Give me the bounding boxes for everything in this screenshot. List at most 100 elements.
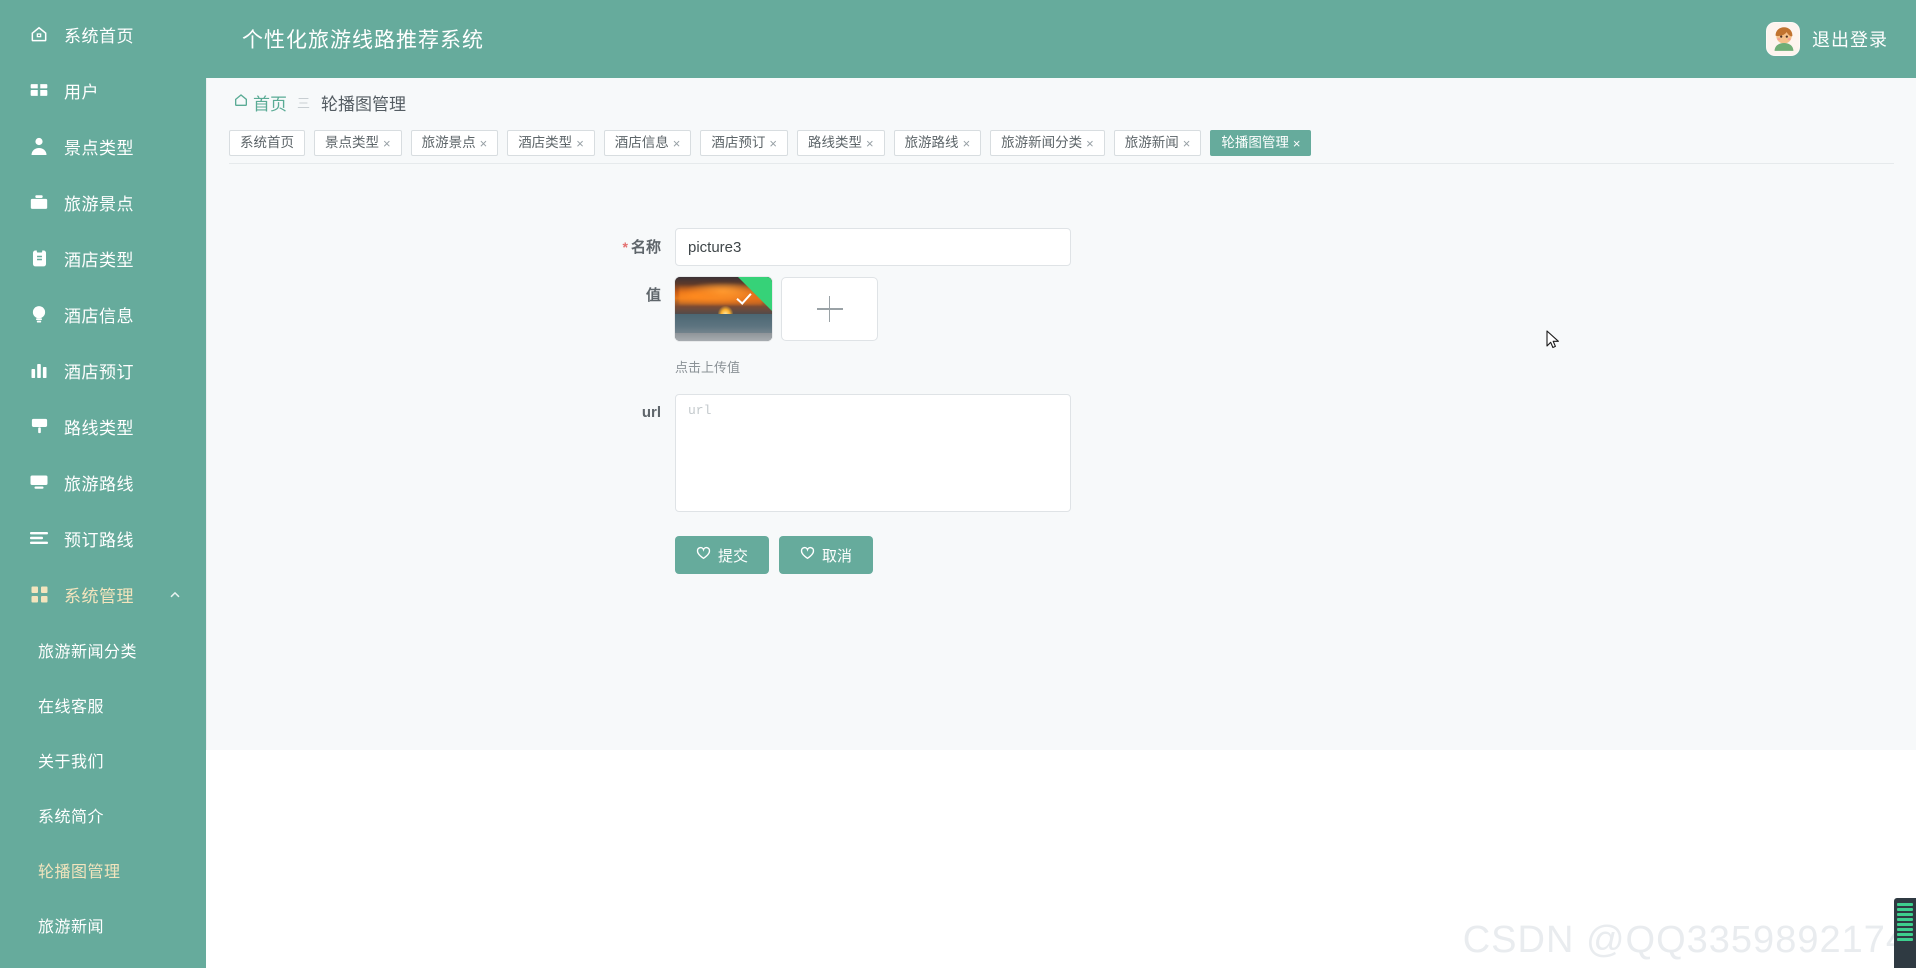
close-icon[interactable]: × — [383, 137, 391, 150]
sidebar-item-label: 用户 — [64, 82, 99, 102]
sidebar-item-route-type[interactable]: 路线类型 — [0, 398, 206, 454]
sidebar-item-hotel-type[interactable]: 酒店类型 — [0, 230, 206, 286]
tab-hotel-type[interactable]: 酒店类型 × — [507, 130, 595, 156]
tab-attraction-type[interactable]: 景点类型 × — [314, 130, 402, 156]
content-panel: 首页 三 轮播图管理 系统首页 景点类型 × 旅游景点 × 酒店类型 × 酒店信… — [206, 78, 1916, 750]
tab-label: 旅游新闻 — [1124, 135, 1179, 150]
bar-chart-icon — [28, 359, 50, 381]
sidebar-subitem-news-category[interactable]: 旅游新闻分类 — [0, 622, 206, 677]
heart-icon — [800, 546, 815, 564]
tab-label: 轮播图管理 — [1221, 135, 1289, 150]
close-icon[interactable]: × — [866, 137, 874, 150]
grid-icon — [28, 583, 50, 605]
close-icon[interactable]: × — [1183, 137, 1191, 150]
close-icon[interactable]: × — [1293, 137, 1301, 150]
sidebar-item-hotel-booking[interactable]: 酒店预订 — [0, 342, 206, 398]
tab-label: 酒店信息 — [614, 135, 669, 150]
cancel-button[interactable]: 取消 — [779, 536, 873, 574]
value-upload-column: 点击上传值 — [675, 277, 878, 376]
close-icon[interactable]: × — [1086, 137, 1094, 150]
breadcrumb-separator: 三 — [297, 95, 312, 111]
corner-indicator-widget[interactable] — [1894, 898, 1916, 968]
sidebar-item-user[interactable]: 用户 — [0, 62, 206, 118]
sidebar-group-user-info[interactable]: 用户信息 — [0, 952, 206, 968]
tab-bar: 系统首页 景点类型 × 旅游景点 × 酒店类型 × 酒店信息 × 酒店预订 × … — [229, 130, 1894, 164]
sidebar-subitem-label: 旅游新闻分类 — [38, 643, 138, 661]
sidebar-item-home[interactable]: 系统首页 — [0, 6, 206, 62]
sidebar-subitem-label: 系统简介 — [38, 808, 105, 826]
sidebar-group-label: 系统管理 — [64, 586, 134, 606]
sidebar-subitem-online-service[interactable]: 在线客服 — [0, 677, 206, 732]
sidebar-subitem-system-intro[interactable]: 系统简介 — [0, 787, 206, 842]
sidebar-group-system-management[interactable]: 系统管理 — [0, 566, 206, 622]
submit-button[interactable]: 提交 — [675, 536, 769, 574]
sidebar-subitem-tour-news[interactable]: 旅游新闻 — [0, 897, 206, 952]
home-icon — [233, 92, 249, 113]
tab-system-home[interactable]: 系统首页 — [229, 130, 305, 156]
tab-carousel-management[interactable]: 轮播图管理 × — [1210, 130, 1312, 156]
name-input[interactable] — [675, 228, 1071, 266]
briefcase-icon — [28, 191, 50, 213]
url-textarea[interactable] — [675, 394, 1071, 512]
monitor-icon — [28, 471, 50, 493]
avatar[interactable] — [1766, 22, 1800, 56]
name-label-text: 名称 — [630, 239, 661, 256]
form-row-name: * 名称 — [207, 228, 1916, 267]
sidebar-item-attraction[interactable]: 旅游景点 — [0, 174, 206, 230]
sidebar-subitem-label: 在线客服 — [38, 698, 105, 716]
header-user-area: 退出登录 — [1766, 22, 1888, 56]
logout-button[interactable]: 退出登录 — [1812, 26, 1888, 52]
uploaded-image-thumbnail[interactable] — [675, 277, 772, 341]
tab-route-type[interactable]: 路线类型 × — [796, 130, 885, 156]
upload-hint: 点击上传值 — [675, 360, 741, 375]
tab-label: 旅游新闻分类 — [1001, 135, 1083, 150]
tab-news-category[interactable]: 旅游新闻分类 × — [990, 130, 1105, 156]
tab-attraction[interactable]: 旅游景点 × — [410, 130, 499, 156]
close-icon[interactable]: × — [480, 137, 488, 150]
close-icon[interactable]: × — [673, 137, 681, 150]
close-icon[interactable]: × — [576, 137, 584, 150]
tab-label: 酒店类型 — [518, 135, 573, 150]
person-icon — [28, 135, 50, 157]
sidebar-subitem-carousel-management[interactable]: 轮播图管理 — [0, 842, 206, 897]
heart-icon — [696, 546, 711, 564]
sidebar-item-booked-route[interactable]: 预订路线 — [0, 510, 206, 566]
add-image-button[interactable] — [781, 277, 878, 341]
tab-tour-route[interactable]: 旅游路线 × — [893, 130, 982, 156]
image-uploader — [675, 277, 878, 341]
clipboard-icon — [28, 247, 50, 269]
sidebar-subitem-about-us[interactable]: 关于我们 — [0, 732, 206, 787]
list-icon — [28, 527, 50, 549]
sidebar-item-label: 景点类型 — [64, 138, 134, 158]
tab-label: 路线类型 — [807, 135, 862, 150]
sidebar-item-tour-route[interactable]: 旅游路线 — [0, 454, 206, 510]
value-label-text: 值 — [645, 287, 661, 304]
sidebar-item-hotel-info[interactable]: 酒店信息 — [0, 286, 206, 342]
sidebar-item-attraction-type[interactable]: 景点类型 — [0, 118, 206, 174]
chevron-up-icon[interactable] — [168, 587, 182, 601]
form-row-url: url — [207, 394, 1916, 512]
breadcrumb-current: 轮播图管理 — [321, 94, 407, 114]
tab-hotel-info[interactable]: 酒店信息 × — [603, 130, 692, 156]
tab-label: 酒店预订 — [711, 135, 766, 150]
app-root: 系统首页 用户 景点类型 旅游景点 酒店类型 酒店信息 酒店预订 路线类型 旅游… — [0, 0, 1916, 968]
close-icon[interactable]: × — [769, 137, 777, 150]
sidebar-item-label: 路线类型 — [64, 418, 134, 438]
submit-button-label: 提交 — [717, 547, 748, 565]
top-header: 个性化旅游线路推荐系统 退出登录 — [206, 0, 1916, 78]
sidebar: 系统首页 用户 景点类型 旅游景点 酒店类型 酒店信息 酒店预订 路线类型 旅游… — [0, 0, 206, 968]
breadcrumb-home[interactable]: 首页 — [233, 90, 287, 115]
sidebar-item-label: 酒店类型 — [64, 250, 134, 270]
url-label-text: url — [641, 404, 661, 421]
value-label: 值 — [207, 277, 675, 315]
pin-icon — [28, 415, 50, 437]
plus-icon — [816, 296, 843, 322]
tab-hotel-booking[interactable]: 酒店预订 × — [700, 130, 788, 156]
sidebar-subitem-label: 轮播图管理 — [38, 863, 121, 881]
home-icon — [28, 23, 50, 45]
form-actions: 提交 取消 — [675, 536, 873, 574]
tab-tour-news[interactable]: 旅游新闻 × — [1113, 130, 1202, 156]
url-label: url — [207, 394, 675, 432]
tab-label: 旅游景点 — [421, 135, 476, 150]
close-icon[interactable]: × — [963, 137, 971, 150]
